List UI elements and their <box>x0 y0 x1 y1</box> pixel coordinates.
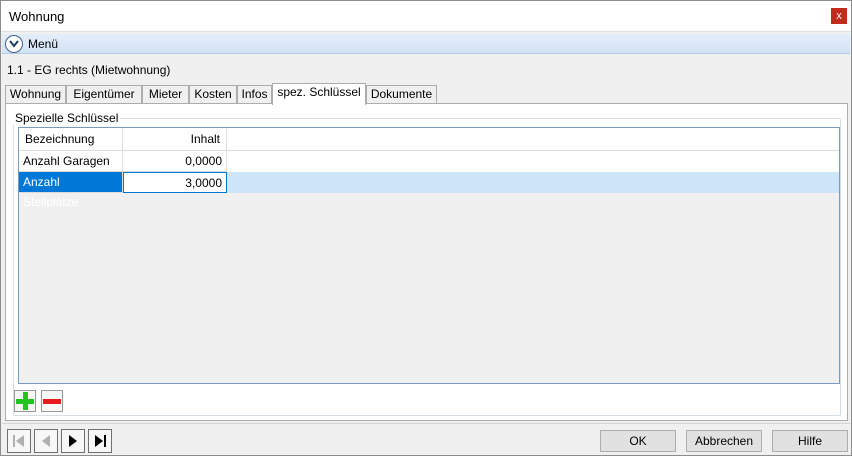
first-record-icon <box>13 435 24 447</box>
cancel-button[interactable]: Abbrechen <box>686 430 762 452</box>
prev-record-button[interactable] <box>34 429 58 453</box>
group-title: Spezielle Schlüssel <box>13 111 121 125</box>
column-header-bezeichnung[interactable]: Bezeichnung <box>19 128 123 151</box>
prev-record-icon <box>42 435 50 447</box>
column-header-inhalt[interactable]: Inhalt <box>123 128 227 151</box>
tab-infos[interactable]: Infos <box>237 85 272 104</box>
tab-dokumente[interactable]: Dokumente <box>366 85 437 104</box>
row-value-cell[interactable]: 0,0000 <box>123 151 227 172</box>
ok-button[interactable]: OK <box>600 430 676 452</box>
menu-label[interactable]: Menü <box>28 37 58 51</box>
remove-row-button[interactable] <box>41 390 63 412</box>
next-record-button[interactable] <box>61 429 85 453</box>
dialog-window: Wohnung x Menü 1.1 - EG rechts (Mietwohn… <box>0 0 852 456</box>
table-row[interactable]: Anzahl Stellplätze 3,0000 <box>19 172 839 209</box>
tab-spez-schluessel[interactable]: spez. Schlüssel <box>272 83 366 105</box>
next-record-icon <box>69 435 77 447</box>
tab-mieter[interactable]: Mieter <box>142 85 189 104</box>
keys-grid[interactable]: Bezeichnung Inhalt Anzahl Garagen 0,0000… <box>18 127 840 384</box>
first-record-button[interactable] <box>7 429 31 453</box>
menu-bar[interactable]: Menü <box>2 34 850 54</box>
title-bar: Wohnung x <box>1 1 851 32</box>
row-value-edit[interactable]: 3,0000 <box>123 172 227 193</box>
last-record-icon <box>95 435 106 447</box>
tab-kosten[interactable]: Kosten <box>189 85 237 104</box>
minus-icon <box>43 399 61 404</box>
grid-header: Bezeichnung Inhalt <box>19 128 839 151</box>
tab-wohnung[interactable]: Wohnung <box>5 85 66 104</box>
chevron-down-icon[interactable] <box>5 35 23 53</box>
window-title: Wohnung <box>9 9 65 24</box>
table-row[interactable]: Anzahl Garagen 0,0000 <box>19 151 839 172</box>
last-record-button[interactable] <box>88 429 112 453</box>
row-name-cell[interactable]: Anzahl Stellplätze <box>19 172 123 209</box>
row-name-cell[interactable]: Anzahl Garagen <box>19 151 123 172</box>
help-button[interactable]: Hilfe <box>772 430 848 452</box>
record-title: 1.1 - EG rechts (Mietwohnung) <box>7 63 171 77</box>
plus-icon <box>16 392 34 410</box>
bottom-bar: OK Abbrechen Hilfe <box>2 423 850 455</box>
add-row-button[interactable] <box>14 390 36 412</box>
tab-eigentuemer[interactable]: Eigentümer <box>66 85 142 104</box>
close-button[interactable]: x <box>831 8 847 24</box>
